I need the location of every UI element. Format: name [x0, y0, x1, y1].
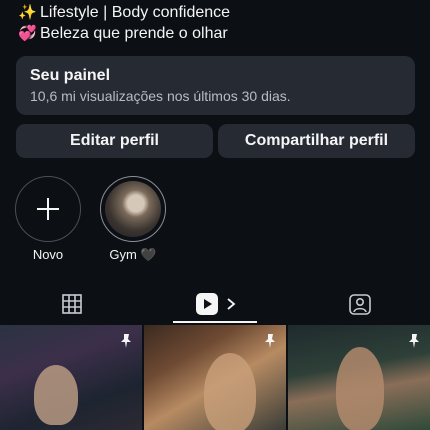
tagged-icon [349, 294, 371, 315]
sparkles-icon: ✨ [18, 4, 37, 21]
post-image [204, 353, 256, 430]
bio-line-1: ✨ Lifestyle | Body confidence [18, 2, 418, 23]
highlight-cover-image [105, 181, 161, 237]
highlight-label: Novo [32, 247, 64, 262]
edit-profile-button[interactable]: Editar perfil [16, 124, 213, 158]
tab-posts[interactable] [30, 285, 114, 323]
grid-icon [62, 294, 82, 314]
tab-reels[interactable] [175, 285, 257, 323]
share-profile-button[interactable]: Compartilhar perfil [218, 124, 415, 158]
pin-icon [409, 334, 419, 348]
bio-line-2: 💞 Beleza que prende o olhar [18, 23, 418, 44]
bio-text-1: Lifestyle | Body confidence [40, 4, 231, 21]
posts-grid [0, 325, 430, 430]
chevron-right-icon [227, 298, 236, 310]
profile-bio: ✨ Lifestyle | Body confidence 💞 Beleza q… [18, 2, 418, 44]
bio-text-2: Beleza que prende o olhar [40, 25, 228, 42]
post-image [34, 365, 78, 425]
highlight-gym-circle[interactable] [100, 176, 166, 242]
pin-icon [121, 334, 131, 348]
dashboard-subtitle: 10,6 mi visualizações nos últimos 30 dia… [30, 88, 291, 104]
post-thumbnail[interactable] [0, 325, 142, 430]
highlight-gym[interactable]: Gym 🖤 [98, 176, 168, 263]
dashboard-title: Seu painel [30, 67, 111, 84]
tab-tagged[interactable] [318, 285, 402, 323]
hearts-icon: 💞 [18, 25, 37, 42]
highlight-new[interactable]: Novo [13, 176, 83, 263]
highlight-new-circle[interactable] [15, 176, 81, 242]
profile-tabs [0, 285, 430, 323]
post-thumbnail[interactable] [288, 325, 430, 430]
active-tab-indicator [173, 321, 257, 323]
plus-icon [37, 198, 59, 220]
post-image [336, 347, 384, 430]
professional-dashboard[interactable]: Seu painel 10,6 mi visualizações nos últ… [16, 56, 415, 115]
post-thumbnail[interactable] [144, 325, 286, 430]
reels-icon [196, 293, 218, 315]
pin-icon [265, 334, 275, 348]
highlight-label: Gym 🖤 [109, 247, 157, 262]
